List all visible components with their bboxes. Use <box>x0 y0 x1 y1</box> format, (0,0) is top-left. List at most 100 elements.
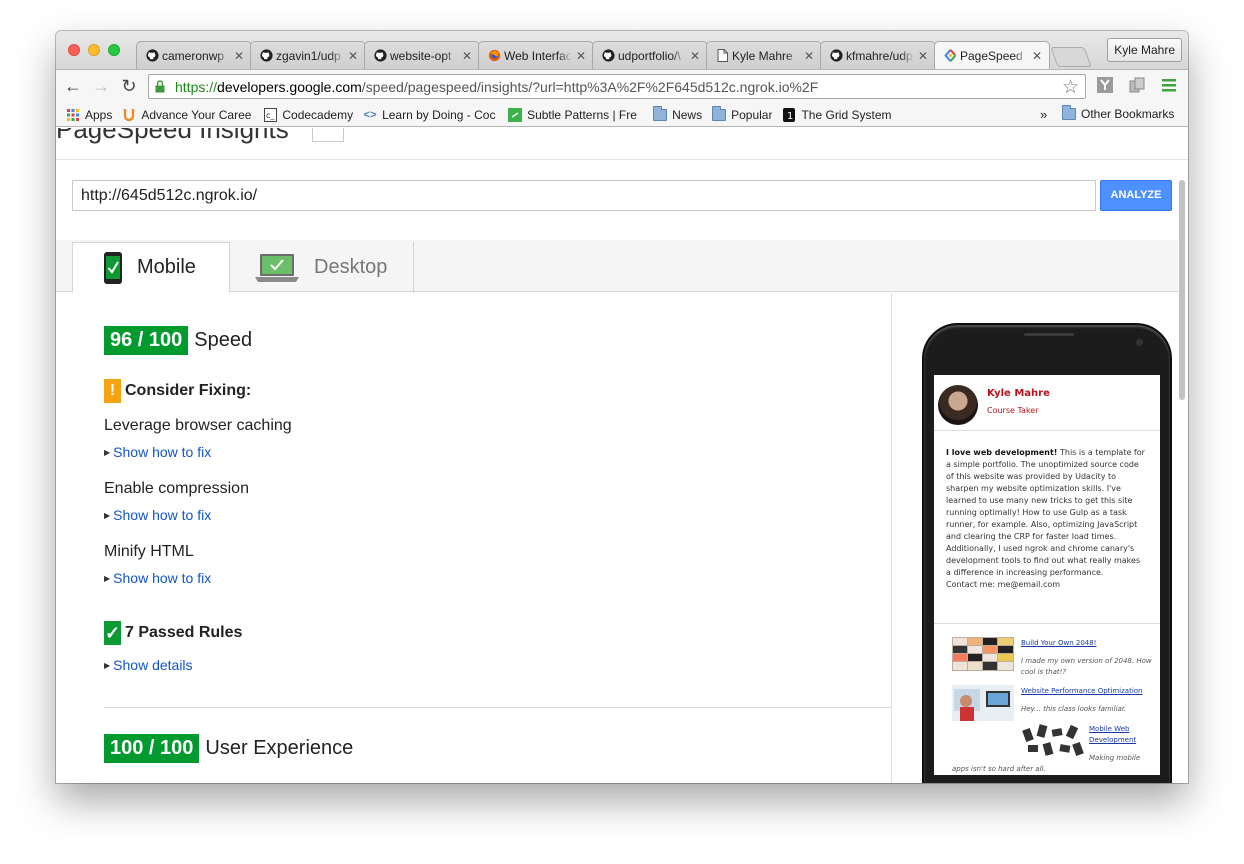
bookmark-label: Popular <box>731 107 773 122</box>
page-scrollbar[interactable] <box>1178 180 1186 400</box>
show-how-to-fix-link[interactable]: ▶ Show how to fix <box>104 507 211 523</box>
analyze-url-input[interactable] <box>72 180 1096 211</box>
bookmark-learn-by-doing[interactable]: <> Learn by Doing - Coc <box>363 108 498 122</box>
bookmark-apps[interactable]: Apps <box>66 108 112 122</box>
checkmark-icon: ✓ <box>104 621 121 645</box>
tab-close-icon[interactable]: ✕ <box>1031 49 1043 63</box>
forward-arrow-icon[interactable]: → <box>90 75 112 97</box>
preview-name: Kyle Mahre <box>987 388 1050 399</box>
show-how-to-fix-label: Show how to fix <box>113 507 212 523</box>
bookmark-folder-news[interactable]: News <box>653 105 703 122</box>
expand-triangle-icon: ▶ <box>104 510 111 520</box>
minimize-window-button[interactable] <box>88 44 100 56</box>
project-desc: Making mobile apps isn't so hard after a… <box>952 754 1141 773</box>
bookmark-label: Advance Your Caree <box>141 107 252 122</box>
bio-bold: I love web development! <box>946 448 1058 457</box>
extension-pages-icon[interactable] <box>1128 76 1146 94</box>
expand-triangle-icon: ▶ <box>104 573 111 583</box>
browser-tabs: cameronwp ✕ zgavin1/udp ✕ website-opt ✕ … <box>136 41 1092 69</box>
tab-close-icon[interactable]: ✕ <box>575 49 587 63</box>
phone-camera <box>1136 339 1143 346</box>
show-how-to-fix-link[interactable]: ▶ Show how to fix <box>104 444 211 460</box>
tab-title: udportfolio/\ <box>618 48 681 63</box>
bookmark-other-bookmarks[interactable]: Other Bookmarks <box>1062 105 1174 121</box>
bookmark-label: Codecademy <box>282 107 354 122</box>
speed-score-badge: 96 / 100 <box>104 326 189 355</box>
header-menu-box[interactable] <box>312 128 344 142</box>
warning-icon: ! <box>104 379 121 403</box>
address-bar[interactable]: https://developers.google.com/speed/page… <box>148 74 1086 99</box>
bookmarks-overflow-chevron[interactable]: » <box>1040 107 1047 122</box>
svg-text:c_: c_ <box>266 111 275 120</box>
browser-tab[interactable]: kfmahre/udp ✕ <box>820 41 936 69</box>
show-how-to-fix-link[interactable]: ▶ Show how to fix <box>104 570 211 586</box>
tab-close-icon[interactable]: ✕ <box>347 49 359 63</box>
project-thumbnail-performance <box>952 685 1014 721</box>
speed-label: Speed <box>194 329 253 351</box>
browser-tab[interactable]: Kyle Mahre ✕ <box>706 41 822 69</box>
bookmark-star-icon[interactable]: ☆ <box>1062 76 1079 99</box>
github-icon <box>373 49 387 63</box>
firefox-icon <box>487 49 501 63</box>
tab-close-icon[interactable]: ✕ <box>233 49 245 63</box>
bookmark-udacity[interactable]: Advance Your Caree <box>122 108 253 122</box>
bookmarks-bar: Apps Advance Your Caree c_ Codecademy <>… <box>56 103 1188 127</box>
bookmark-label: Learn by Doing - Coc <box>382 107 496 122</box>
mobile-phone-icon <box>104 251 122 284</box>
browser-tab[interactable]: Web Interfac ✕ <box>478 41 594 69</box>
browser-tab[interactable]: website-opt ✕ <box>364 41 480 69</box>
tab-title: kfmahre/udp <box>846 48 913 63</box>
project-desc: Hey... this class looks familiar. <box>1021 705 1127 713</box>
project-link[interactable]: Website Performance Optimization <box>1021 687 1143 695</box>
browser-tab-active[interactable]: PageSpeed ✕ <box>934 41 1050 69</box>
preview-role: Course Taker <box>987 406 1039 415</box>
phone-speaker <box>1024 333 1074 336</box>
new-tab-button[interactable] <box>1050 47 1092 67</box>
tab-mobile[interactable]: Mobile <box>72 242 230 293</box>
bookmark-folder-popular[interactable]: Popular <box>712 105 773 122</box>
bookmark-label: Apps <box>85 107 113 122</box>
profile-button[interactable]: Kyle Mahre <box>1107 38 1182 62</box>
bookmark-codecademy[interactable]: c_ Codecademy <box>263 107 354 122</box>
laptop-icon <box>255 253 299 282</box>
menu-hamburger-icon[interactable] <box>1160 76 1178 94</box>
tab-close-icon[interactable]: ✕ <box>803 49 815 63</box>
close-window-button[interactable] <box>68 44 80 56</box>
bookmark-label: News <box>672 107 703 122</box>
grid-system-icon: 1 <box>782 107 796 122</box>
extension-y-icon[interactable] <box>1096 76 1114 94</box>
github-icon <box>145 49 159 63</box>
bookmark-label: The Grid System <box>801 107 892 122</box>
back-arrow-icon[interactable]: ← <box>62 75 84 97</box>
tab-mobile-label: Mobile <box>137 256 196 278</box>
bookmark-subtle-patterns[interactable]: Subtle Patterns | Fre <box>508 107 643 122</box>
browser-tab[interactable]: cameronwp ✕ <box>136 41 252 69</box>
analyze-button[interactable]: ANALYZE <box>1100 180 1172 211</box>
reload-icon[interactable]: ↻ <box>118 75 140 97</box>
ux-score-badge: 100 / 100 <box>104 734 200 763</box>
browser-tab[interactable]: udportfolio/\ ✕ <box>592 41 708 69</box>
scrollbar-thumb[interactable] <box>1179 180 1185 400</box>
rule-title: Enable compression <box>104 480 249 497</box>
rule-title: Leverage browser caching <box>104 417 292 434</box>
ux-score-row: 100 / 100 User Experience <box>104 734 353 763</box>
tab-close-icon[interactable]: ✕ <box>689 49 701 63</box>
tab-title: zgavin1/udp <box>276 48 341 63</box>
project-link[interactable]: Build Your Own 2048! <box>1021 639 1096 647</box>
tab-close-icon[interactable]: ✕ <box>461 49 473 63</box>
show-how-to-fix-label: Show how to fix <box>113 570 212 586</box>
zoom-window-button[interactable] <box>108 44 120 56</box>
bookmark-grid-system[interactable]: 1 The Grid System <box>782 107 892 122</box>
consider-fixing-heading: ! Consider Fixing: <box>104 379 251 403</box>
apps-grid-icon <box>66 108 80 122</box>
tab-title: Kyle Mahre <box>732 48 793 63</box>
project-link[interactable]: Mobile Web Development <box>1089 724 1149 746</box>
folder-icon <box>653 105 668 122</box>
tab-desktop[interactable]: Desktop <box>230 242 414 293</box>
ux-label: User Experience <box>205 737 354 759</box>
show-details-link[interactable]: ▶ Show details <box>104 657 193 673</box>
tab-close-icon[interactable]: ✕ <box>917 49 929 63</box>
project-thumbnail-2048 <box>952 637 1014 671</box>
browser-tab[interactable]: zgavin1/udp ✕ <box>250 41 366 69</box>
tab-title: Web Interfac <box>504 48 572 63</box>
